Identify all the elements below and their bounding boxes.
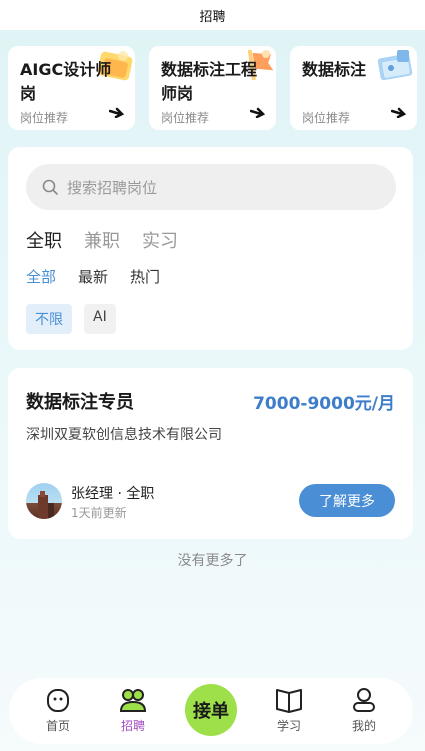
- filter-panel: 搜索招聘岗位 全职 兼职 实习 全部 最新 热门 不限 AI: [8, 147, 413, 350]
- category-chips: 不限 AI: [26, 304, 116, 334]
- arrow-right-icon: [391, 107, 407, 118]
- recommend-subtitle: 岗位推荐: [302, 111, 351, 125]
- update-time: 1天前更新: [71, 506, 127, 520]
- tab-mine[interactable]: 我的: [339, 686, 389, 734]
- tab-study-label: 学习: [276, 719, 301, 733]
- chip-unlimited[interactable]: 不限: [26, 304, 72, 334]
- tab-home[interactable]: 首页: [33, 686, 83, 734]
- list-end-text: 没有更多了: [177, 553, 248, 569]
- search-placeholder: 搜索招聘岗位: [67, 178, 158, 197]
- tab-study[interactable]: 学习: [264, 686, 314, 734]
- search-input[interactable]: 搜索招聘岗位: [26, 164, 396, 210]
- avatar: [26, 483, 62, 519]
- recommend-card-annotation-engineer[interactable]: 数据标注工程师岗 岗位推荐: [149, 46, 276, 130]
- home-icon: [47, 689, 69, 712]
- tab-all[interactable]: 全部: [26, 266, 56, 287]
- tab-mine-label: 我的: [351, 719, 376, 733]
- recruiter-name: 张经理 · 全职: [71, 486, 155, 502]
- take-order-label: 接单: [193, 701, 229, 722]
- top-title-bar: 招聘: [0, 0, 425, 30]
- building-icon: [38, 491, 54, 519]
- tab-fulltime[interactable]: 全职: [26, 227, 62, 253]
- job-title: 数据标注专员: [26, 392, 134, 413]
- page-title: 招聘: [199, 9, 226, 25]
- tab-parttime[interactable]: 兼职: [84, 227, 120, 253]
- recommend-title: 数据标注工程师岗: [161, 60, 258, 103]
- job-salary: 7000-9000元/月: [253, 394, 395, 414]
- recommend-title: 数据标注: [302, 60, 367, 79]
- recommend-subtitle: 岗位推荐: [20, 111, 69, 125]
- people-icon: [119, 689, 147, 712]
- job-type-tabs: 全职 兼职 实习: [26, 227, 178, 253]
- sort-tabs: 全部 最新 热门: [26, 266, 160, 287]
- learn-more-button[interactable]: 了解更多: [299, 484, 395, 517]
- user-icon: [353, 688, 375, 712]
- tab-recruit-label: 招聘: [120, 719, 145, 733]
- tab-recruit[interactable]: 招聘: [108, 686, 158, 734]
- job-company: 深圳双夏软创信息技术有限公司: [26, 427, 222, 443]
- arrow-right-icon: [109, 107, 125, 118]
- recommend-card-aigc[interactable]: AIGC设计师岗 岗位推荐: [8, 46, 135, 130]
- recommend-card-annotation[interactable]: 数据标注 岗位推荐: [290, 46, 417, 130]
- recommend-row: AIGC设计师岗 岗位推荐 数据标注工程师岗 岗位推荐 数据标注 岗位推荐: [8, 46, 417, 130]
- tab-internship[interactable]: 实习: [142, 227, 178, 253]
- chip-ai[interactable]: AI: [84, 304, 116, 334]
- book-icon: [276, 689, 302, 713]
- arrow-right-icon: [250, 107, 266, 118]
- tab-latest[interactable]: 最新: [78, 266, 108, 287]
- recommend-subtitle: 岗位推荐: [161, 111, 210, 125]
- take-order-button[interactable]: 接单: [185, 684, 237, 736]
- bottom-tab-bar: 首页 招聘 接单 学习 我的: [9, 678, 413, 744]
- job-card[interactable]: 数据标注专员 7000-9000元/月 深圳双夏软创信息技术有限公司 张经理 ·…: [8, 368, 413, 539]
- tab-home-label: 首页: [45, 719, 70, 733]
- recommend-title: AIGC设计师岗: [20, 60, 112, 103]
- tab-hot[interactable]: 热门: [130, 266, 160, 287]
- search-icon: [42, 179, 58, 195]
